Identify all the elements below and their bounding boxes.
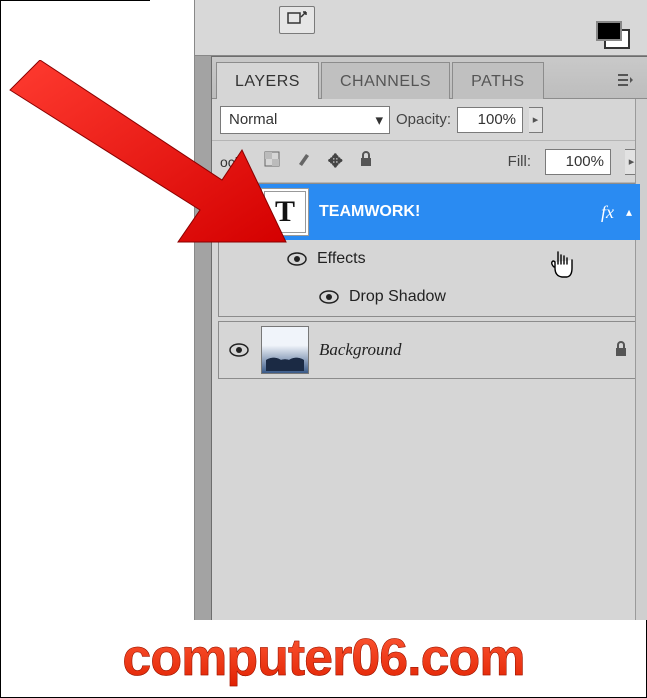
lock-icons: ✥: [264, 151, 373, 172]
visibility-toggle[interactable]: [227, 343, 251, 357]
layer-name-background[interactable]: Background: [319, 340, 604, 360]
layer-group-bg: Background: [218, 321, 641, 379]
type-thumb-glyph: T: [275, 195, 295, 229]
drop-shadow-row[interactable]: Drop Shadow: [219, 278, 640, 316]
lock-pixels-icon[interactable]: [296, 151, 312, 172]
layer-lock-icon: [614, 341, 628, 360]
layer-row-text[interactable]: T TEAMWORK! fx ▴: [219, 184, 640, 240]
opacity-input[interactable]: 100%: [457, 107, 523, 133]
effects-label: Effects: [317, 250, 366, 268]
panel-resize-handle[interactable]: [635, 57, 647, 620]
lock-transparency-icon[interactable]: [264, 151, 280, 172]
blend-mode-value: Normal: [229, 111, 277, 128]
layer-row-background[interactable]: Background: [219, 322, 640, 378]
layer-name-text[interactable]: TEAMWORK!: [319, 203, 591, 221]
fx-badge[interactable]: fx: [601, 202, 614, 223]
foreground-background-icon: [593, 18, 637, 52]
tab-layers[interactable]: LAYERS: [216, 62, 319, 99]
layers-panel: LAYERS CHANNELS PATHS Normal ▾ Opacity: …: [211, 56, 647, 620]
drop-shadow-label: Drop Shadow: [349, 288, 446, 306]
lock-position-icon[interactable]: ✥: [328, 151, 343, 172]
lock-label: ock:: [220, 154, 246, 170]
tab-paths[interactable]: PATHS: [452, 62, 543, 99]
panel-menu-icon: [617, 73, 633, 87]
opacity-label: Opacity:: [396, 111, 451, 128]
fill-value: 100%: [566, 153, 604, 170]
fx-collapse-toggle[interactable]: ▴: [626, 205, 632, 219]
tab-channels[interactable]: CHANNELS: [321, 62, 450, 99]
fill-input[interactable]: 100%: [545, 149, 611, 175]
opacity-value: 100%: [478, 111, 516, 128]
free-transform-icon[interactable]: [279, 6, 315, 34]
options-bar: [195, 0, 647, 56]
eye-icon: [229, 205, 249, 219]
opacity-slider-button[interactable]: ▸: [529, 107, 543, 133]
blend-opacity-row: Normal ▾ Opacity: 100% ▸: [212, 99, 647, 141]
layers-list: T TEAMWORK! fx ▴ Effects Drop Shadow: [212, 183, 647, 379]
lock-fill-row: ock: ✥ Fill: 100% ▸: [212, 141, 647, 183]
layer-thumbnail-text[interactable]: T: [261, 188, 309, 236]
dropdown-arrow-icon: ▾: [375, 111, 383, 129]
arrows-out-icon: [286, 11, 308, 29]
cursor-hand-icon: [550, 250, 576, 280]
fill-label: Fill:: [508, 153, 531, 170]
app-chrome: LAYERS CHANNELS PATHS Normal ▾ Opacity: …: [150, 0, 647, 620]
canvas-area: [150, 0, 195, 620]
eye-icon[interactable]: [319, 290, 339, 304]
blend-mode-select[interactable]: Normal ▾: [220, 106, 390, 134]
layer-thumbnail-bg[interactable]: [261, 326, 309, 374]
color-swatches[interactable]: [593, 18, 637, 55]
lock-all-icon[interactable]: [359, 151, 373, 172]
panel-tabs: LAYERS CHANNELS PATHS: [212, 57, 647, 99]
watermark-text: computer06.com: [0, 628, 647, 688]
panel-menu-button[interactable]: [607, 65, 643, 98]
eye-icon[interactable]: [287, 252, 307, 266]
effects-row[interactable]: Effects: [219, 240, 640, 278]
layer-group-text: T TEAMWORK! fx ▴ Effects Drop Shadow: [218, 183, 641, 317]
visibility-toggle[interactable]: [227, 205, 251, 219]
eye-icon: [229, 343, 249, 357]
